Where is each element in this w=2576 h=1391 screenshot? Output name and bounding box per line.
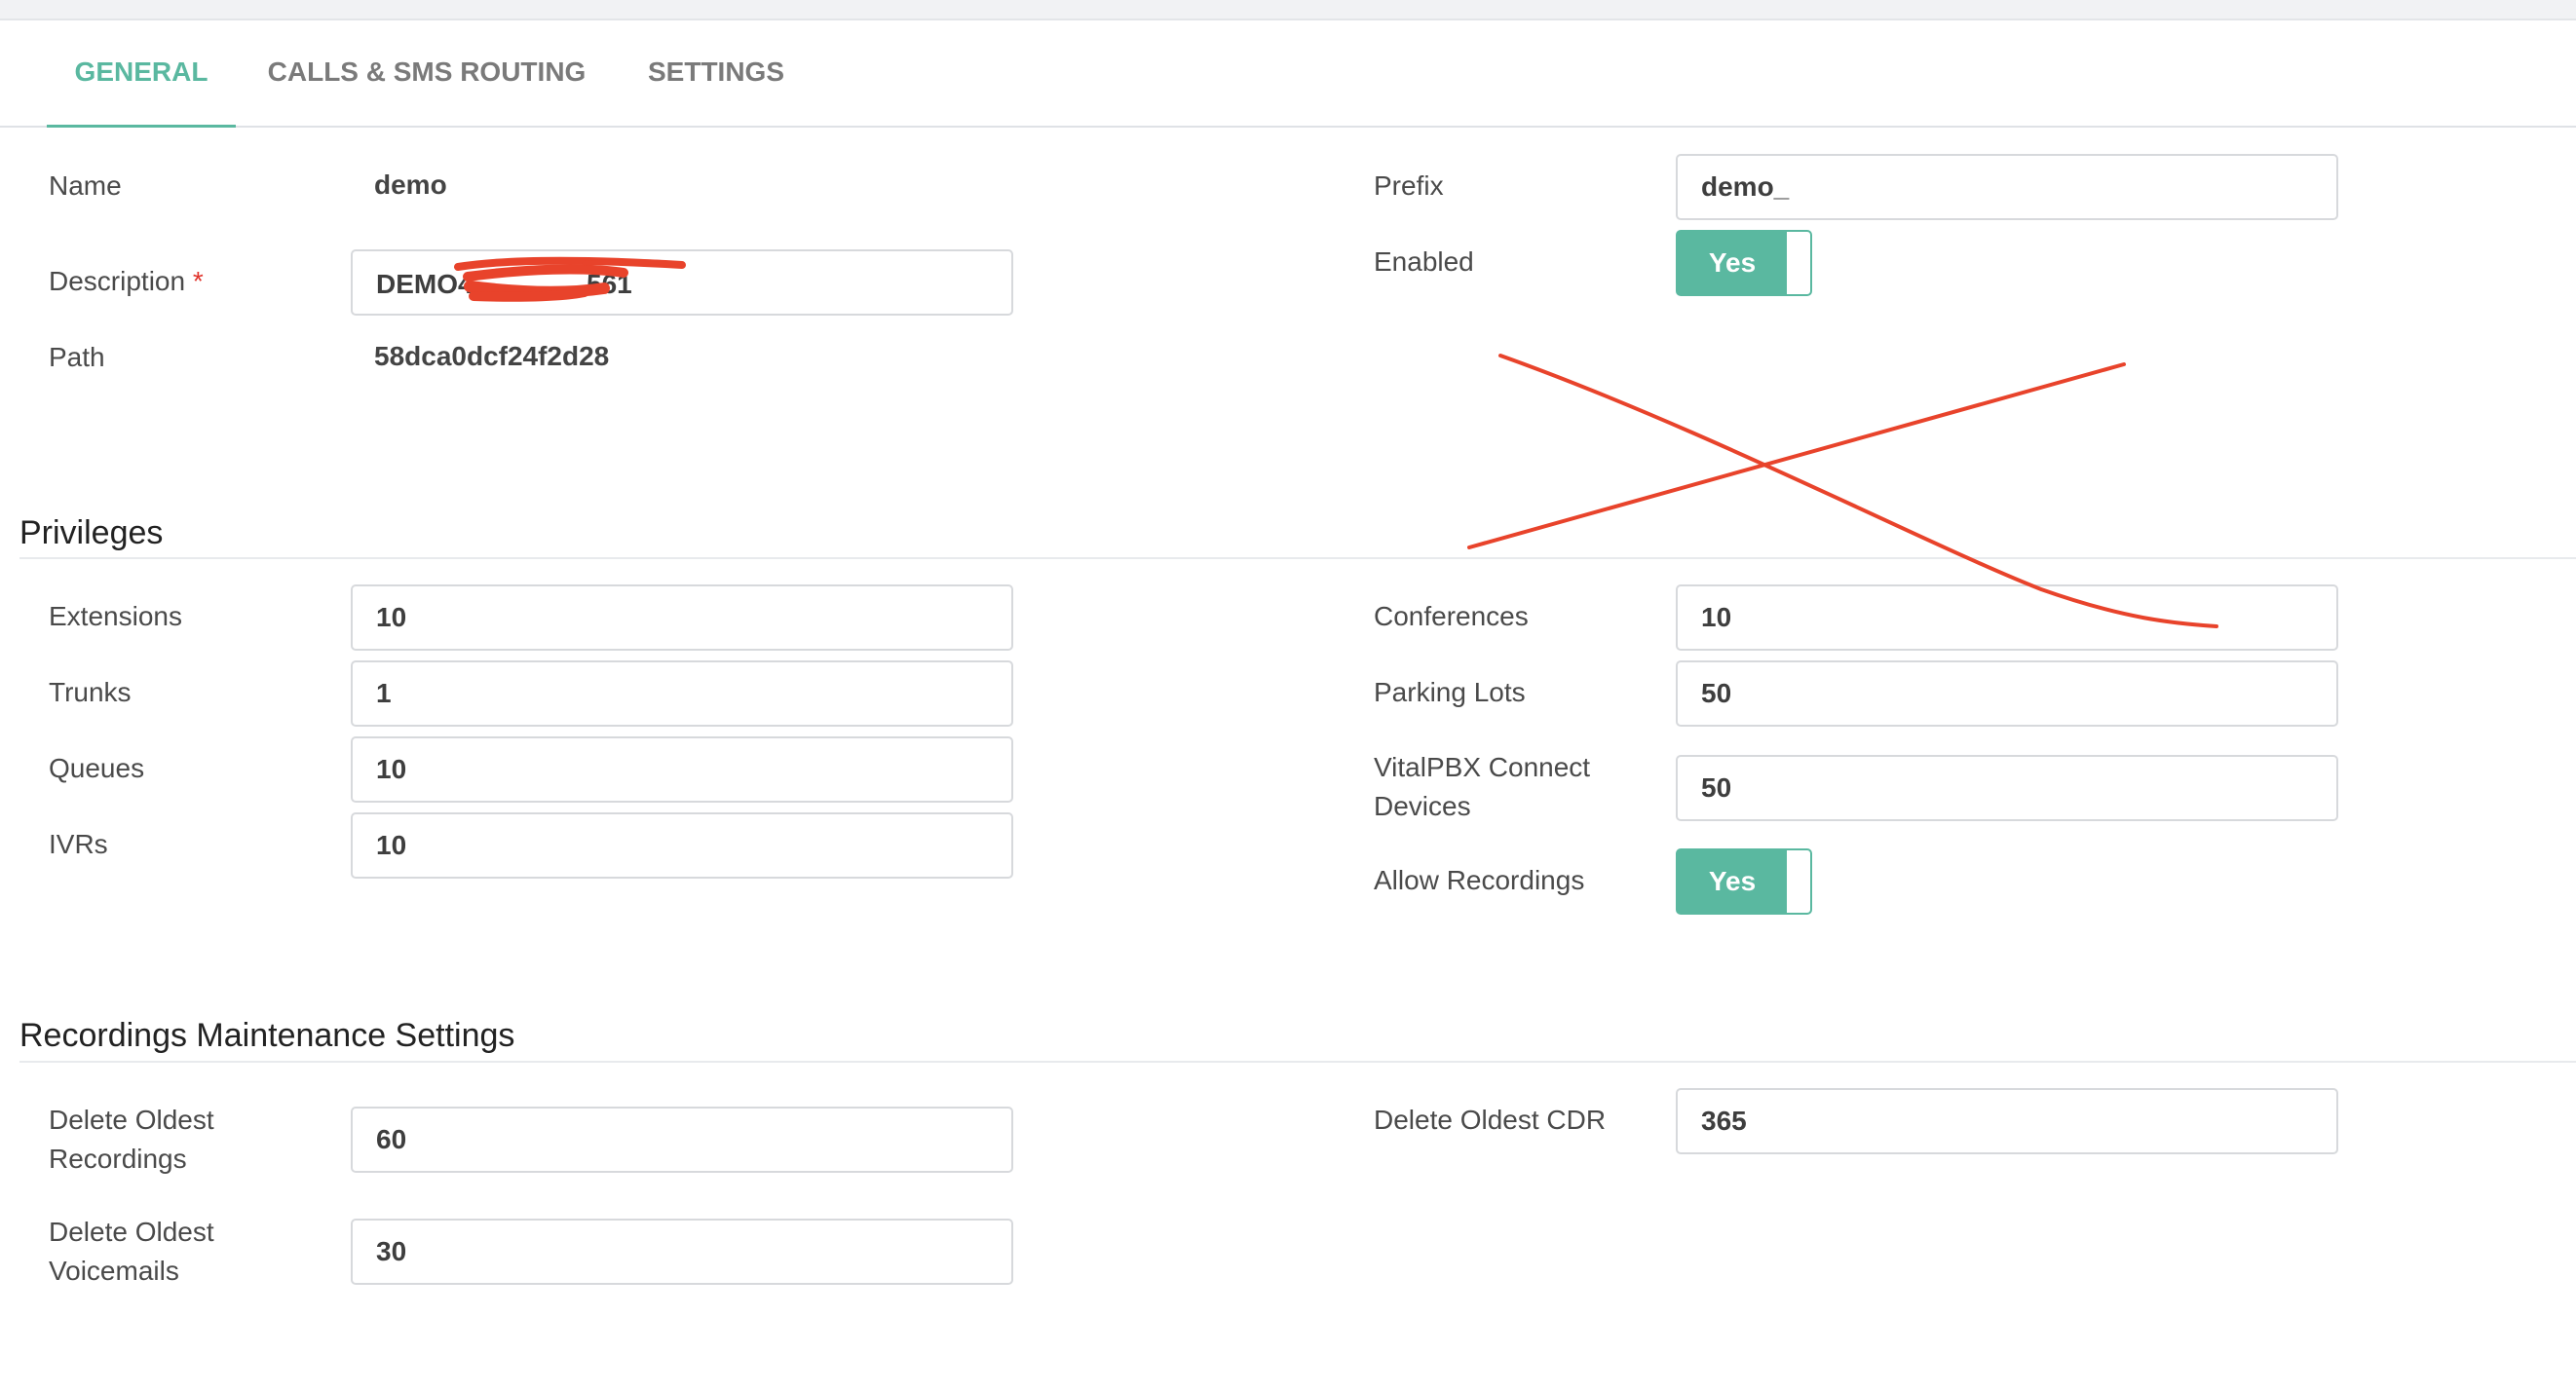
path-label: Path xyxy=(49,342,105,372)
ivrs-label: IVRs xyxy=(49,829,108,859)
description-label: Description * xyxy=(49,266,204,296)
parking-lots-input[interactable] xyxy=(1676,660,2338,727)
delete-recordings-input[interactable] xyxy=(351,1107,1013,1173)
name-value: demo xyxy=(374,169,447,200)
top-bar xyxy=(0,0,2576,20)
privileges-heading: Privileges xyxy=(19,514,164,551)
maintenance-heading: Recordings Maintenance Settings xyxy=(19,1017,515,1054)
allow-recordings-toggle-on: Yes xyxy=(1678,850,1787,913)
delete-recordings-label: Delete Oldest Recordings xyxy=(49,1105,214,1174)
prefix-label: Prefix xyxy=(1374,170,1444,201)
extensions-input[interactable] xyxy=(351,584,1013,651)
path-value: 58dca0dcf24f2d28 xyxy=(374,341,610,371)
allow-recordings-label: Allow Recordings xyxy=(1374,865,1585,895)
queues-input[interactable] xyxy=(351,736,1013,803)
required-marker: * xyxy=(192,266,204,296)
ivrs-input[interactable] xyxy=(351,812,1013,879)
enabled-toggle-on: Yes xyxy=(1678,232,1787,294)
description-value-tail: 561 xyxy=(587,269,632,299)
description-field[interactable]: DEMO4 561 xyxy=(351,249,1013,316)
conferences-label: Conferences xyxy=(1374,601,1529,631)
trunks-input[interactable] xyxy=(351,660,1013,727)
allow-recordings-toggle[interactable]: Yes xyxy=(1676,848,1812,915)
tab-calls-sms-routing[interactable]: CALLS & SMS ROUTING xyxy=(255,20,598,126)
tab-settings[interactable]: SETTINGS xyxy=(633,20,799,126)
tab-general[interactable]: GENERAL xyxy=(47,20,236,128)
parking-lots-label: Parking Lots xyxy=(1374,677,1526,707)
maintenance-divider xyxy=(19,1061,2576,1063)
trunks-label: Trunks xyxy=(49,677,132,707)
delete-voicemails-input[interactable] xyxy=(351,1219,1013,1285)
description-value: DEMO4 xyxy=(376,269,474,299)
delete-cdr-label: Delete Oldest CDR xyxy=(1374,1105,1607,1135)
tab-bar: GENERAL CALLS & SMS ROUTING SETTINGS xyxy=(0,20,2576,128)
delete-cdr-input[interactable] xyxy=(1676,1088,2338,1154)
name-label: Name xyxy=(49,170,122,201)
extensions-label: Extensions xyxy=(49,601,182,631)
connect-devices-input[interactable] xyxy=(1676,755,2338,821)
enabled-label: Enabled xyxy=(1374,246,1474,277)
connect-devices-label: VitalPBX Connect Devices xyxy=(1374,752,1591,821)
privileges-divider xyxy=(19,557,2576,559)
delete-voicemails-label: Delete Oldest Voicemails xyxy=(49,1217,214,1286)
conferences-input[interactable] xyxy=(1676,584,2338,651)
prefix-input[interactable] xyxy=(1676,154,2338,220)
enabled-toggle[interactable]: Yes xyxy=(1676,230,1812,296)
annotation-cross-line xyxy=(1467,362,2126,549)
queues-label: Queues xyxy=(49,753,145,783)
